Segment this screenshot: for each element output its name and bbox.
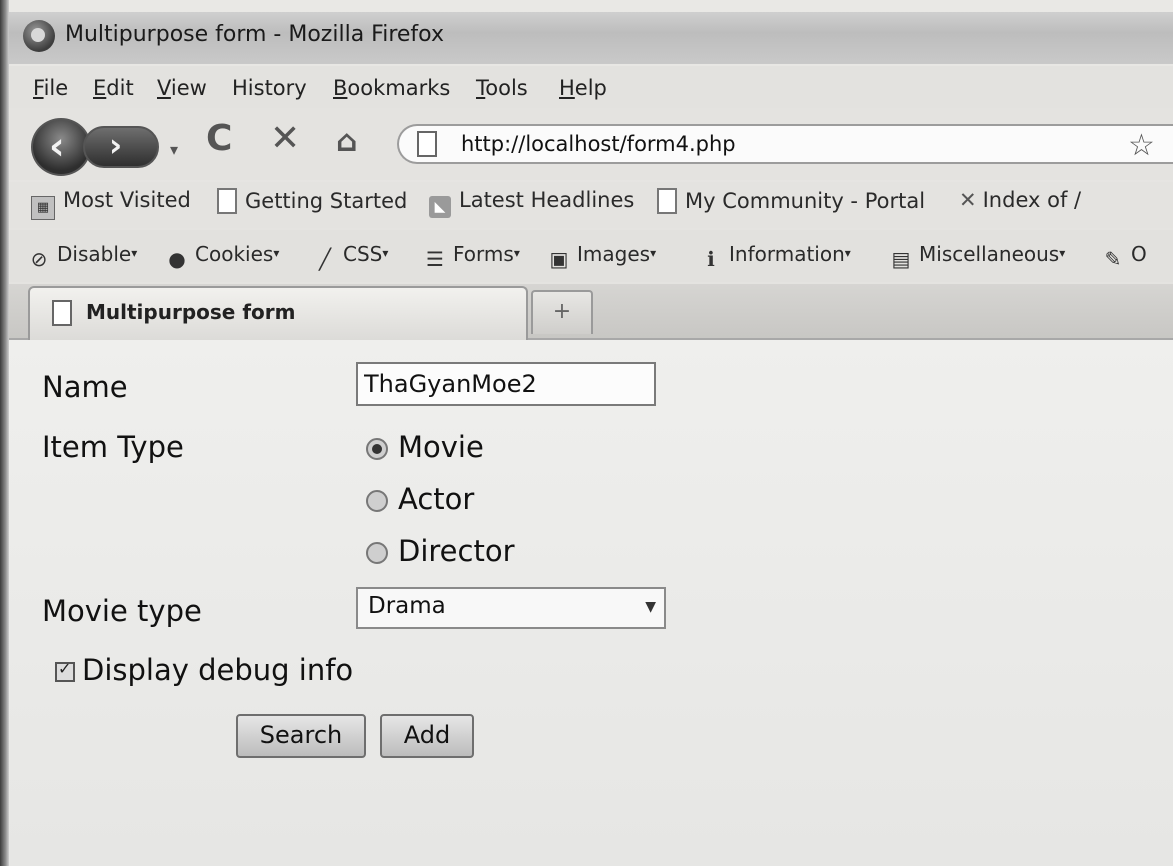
dropdown-arrow-icon: ▾ xyxy=(844,246,851,260)
most-visited-icon: ▦ xyxy=(31,196,55,220)
forms-icon: ☰ xyxy=(426,247,444,271)
title-bar: Multipurpose form - Mozilla Firefox xyxy=(9,12,1173,64)
menu-bar: File Edit View History Bookmarks Tools H… xyxy=(9,66,1173,108)
history-dropdown-button[interactable]: ▾ xyxy=(161,138,187,162)
cookies-icon: ● xyxy=(168,247,186,271)
firefox-logo-icon xyxy=(23,20,55,52)
add-button[interactable]: Add xyxy=(380,714,474,758)
bookmark-getting-started[interactable]: Getting Started xyxy=(217,188,407,214)
forward-arrow-icon: › xyxy=(109,126,123,164)
dev-disable-menu[interactable]: ⊘ Disable▾ xyxy=(27,242,138,271)
bookmarks-toolbar: ▦ Most Visited Getting Started ◣ Latest He… xyxy=(9,182,1173,228)
menu-bookmarks[interactable]: Bookmarks xyxy=(333,76,450,100)
dev-images-menu[interactable]: ▣ Images▾ xyxy=(547,242,657,271)
dev-css-menu[interactable]: ╱ CSS▾ xyxy=(313,242,388,271)
radio-director-label: Director xyxy=(398,534,515,568)
information-icon: ℹ xyxy=(707,247,715,271)
chevron-down-icon: ▼ xyxy=(645,599,656,615)
rss-feed-icon: ◣ xyxy=(429,196,451,218)
dropdown-arrow-icon: ▾ xyxy=(131,246,138,260)
new-tab-button[interactable]: + xyxy=(531,290,593,334)
movie-type-select[interactable]: Drama ▼ xyxy=(356,587,666,629)
page-icon xyxy=(217,188,237,214)
sparkle-icon: ✕ xyxy=(959,188,977,212)
pencil-icon: ✎ xyxy=(1104,247,1122,271)
radio-actor[interactable] xyxy=(366,490,388,512)
back-arrow-icon: ‹ xyxy=(49,124,65,168)
reload-icon[interactable]: C xyxy=(206,118,232,159)
forward-button[interactable]: › xyxy=(83,126,159,168)
dropdown-arrow-icon: ▾ xyxy=(650,246,657,260)
miscellaneous-icon: ▤ xyxy=(891,247,911,271)
dev-forms-menu[interactable]: ☰ Forms▾ xyxy=(423,242,520,271)
menu-file[interactable]: File xyxy=(33,76,68,100)
debug-checkbox-label: Display debug info xyxy=(82,653,354,687)
item-type-label: Item Type xyxy=(42,430,184,464)
menu-history[interactable]: History xyxy=(232,76,307,100)
bookmark-most-visited[interactable]: ▦ Most Visited xyxy=(31,188,191,220)
menu-tools[interactable]: Tools xyxy=(476,76,528,100)
page-icon xyxy=(417,131,437,157)
dev-cookies-menu[interactable]: ● Cookies▾ xyxy=(165,242,279,271)
window-title: Multipurpose form - Mozilla Firefox xyxy=(65,22,444,47)
star-icon[interactable]: ☆ xyxy=(1128,128,1155,163)
web-developer-toolbar: ⊘ Disable▾ ● Cookies▾ ╱ CSS▾ ☰ Forms▾ ▣ Image… xyxy=(9,230,1173,282)
url-bar[interactable]: http://localhost/form4.php xyxy=(397,124,1173,164)
radio-movie-label: Movie xyxy=(398,430,484,464)
movie-type-value: Drama xyxy=(368,593,446,619)
name-input[interactable] xyxy=(356,362,656,406)
dev-information-menu[interactable]: ℹ Information▾ xyxy=(699,242,851,271)
images-icon: ▣ xyxy=(549,247,569,271)
radio-director[interactable] xyxy=(366,542,388,564)
radio-movie[interactable] xyxy=(366,438,388,460)
tab-multipurpose-form[interactable]: Multipurpose form xyxy=(28,286,528,340)
page-icon xyxy=(657,188,677,214)
page-icon xyxy=(52,300,72,326)
dev-miscellaneous-menu[interactable]: ▤ Miscellaneous▾ xyxy=(889,242,1066,271)
dropdown-arrow-icon: ▾ xyxy=(273,246,280,260)
bookmark-my-community[interactable]: My Community - Portal xyxy=(657,188,925,214)
radio-actor-label: Actor xyxy=(398,482,475,516)
search-button[interactable]: Search xyxy=(236,714,366,758)
name-label: Name xyxy=(42,370,128,404)
dropdown-arrow-icon: ▾ xyxy=(382,246,389,260)
back-button[interactable]: ‹ xyxy=(31,118,91,176)
menu-help[interactable]: Help xyxy=(559,76,607,100)
stop-icon[interactable]: ✕ xyxy=(270,118,300,159)
debug-checkbox[interactable] xyxy=(55,659,75,682)
menu-view[interactable]: View xyxy=(157,76,207,100)
css-icon: ╱ xyxy=(318,247,332,271)
dropdown-arrow-icon: ▾ xyxy=(1059,246,1066,260)
bookmark-index-of[interactable]: ✕ Index of / xyxy=(959,188,1081,212)
disable-icon: ⊘ xyxy=(30,247,48,271)
url-text[interactable]: http://localhost/form4.php xyxy=(461,132,736,156)
menu-edit[interactable]: Edit xyxy=(93,76,134,100)
dev-outline-menu[interactable]: ✎ O xyxy=(1101,242,1147,271)
bookmark-latest-headlines[interactable]: ◣ Latest Headlines xyxy=(429,188,634,218)
back-forward-cluster: ‹ › ▾ xyxy=(31,118,191,176)
home-icon[interactable]: ⌂ xyxy=(336,124,357,159)
chevron-down-icon: ▾ xyxy=(169,140,179,159)
movie-type-label: Movie type xyxy=(42,594,202,628)
tab-label: Multipurpose form xyxy=(86,300,296,324)
dropdown-arrow-icon: ▾ xyxy=(513,246,520,260)
window-left-edge xyxy=(0,0,9,866)
